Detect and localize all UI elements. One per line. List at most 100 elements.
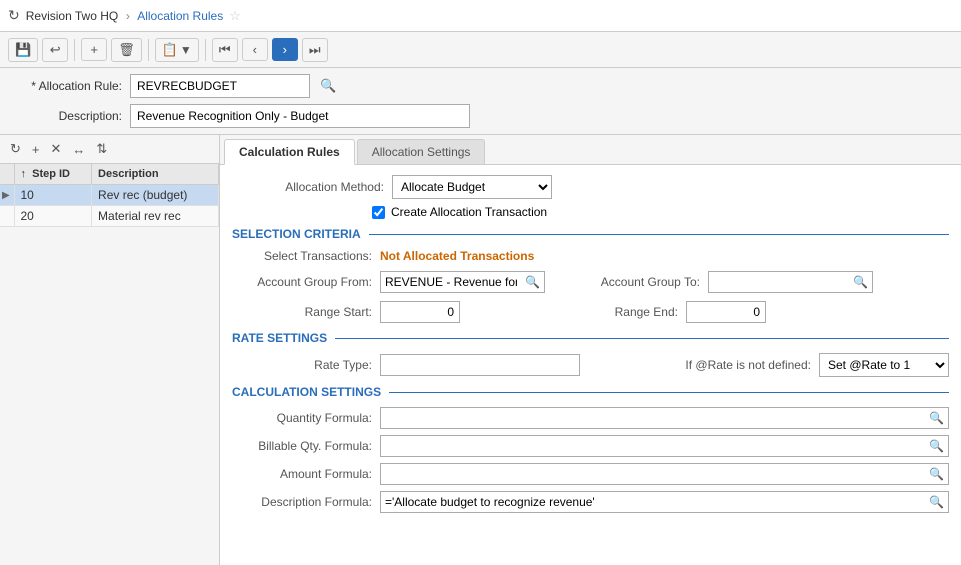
account-group-from-label: Account Group From: bbox=[232, 275, 372, 289]
range-end-input[interactable] bbox=[686, 301, 766, 323]
description-formula-search-icon[interactable]: 🔍 bbox=[925, 495, 948, 509]
calculation-settings-header: CALCULATION SETTINGS bbox=[232, 385, 949, 399]
right-panel: Calculation Rules Allocation Settings Al… bbox=[220, 135, 961, 565]
favorite-star-icon[interactable]: ☆ bbox=[229, 8, 241, 24]
toolbar-separator-1 bbox=[74, 39, 75, 61]
allocation-method-label: Allocation Method: bbox=[244, 180, 384, 194]
top-bar: ↻ Revision Two HQ › Allocation Rules ☆ bbox=[0, 0, 961, 32]
rate-settings-title: RATE SETTINGS bbox=[232, 331, 327, 345]
left-panel: ↻ + ✕ ↔ ⇅ ↑ Step ID Description ▶ 10 bbox=[0, 135, 220, 565]
calculation-settings-title: CALCULATION SETTINGS bbox=[232, 385, 381, 399]
range-start-input[interactable] bbox=[380, 301, 460, 323]
quantity-formula-row: Quantity Formula: 🔍 bbox=[232, 407, 949, 429]
tabs-container: Calculation Rules Allocation Settings bbox=[220, 135, 961, 165]
if-rate-label: If @Rate is not defined: bbox=[681, 358, 811, 372]
left-sort-button[interactable]: ⇅ bbox=[92, 139, 111, 159]
selection-criteria-title: SELECTION CRITERIA bbox=[232, 227, 361, 241]
amount-formula-input[interactable] bbox=[381, 464, 925, 484]
last-record-button[interactable]: ⏭ bbox=[302, 38, 328, 62]
delete-button[interactable]: 🗑 bbox=[111, 38, 142, 62]
rate-type-input[interactable] bbox=[381, 355, 551, 375]
description-formula-label: Description Formula: bbox=[232, 495, 372, 509]
if-rate-select[interactable]: Set @Rate to 1 bbox=[819, 353, 949, 377]
row-step-id: 10 bbox=[14, 185, 92, 206]
save-button[interactable]: 💾 bbox=[8, 38, 38, 62]
account-group-from-input-group: 🔍 bbox=[380, 271, 545, 293]
left-add-button[interactable]: + bbox=[28, 140, 44, 159]
billable-qty-input[interactable] bbox=[381, 436, 925, 456]
quantity-formula-search-icon[interactable]: 🔍 bbox=[925, 411, 948, 425]
amount-formula-row: Amount Formula: 🔍 bbox=[232, 463, 949, 485]
allocation-method-row: Allocation Method: Allocate Budget bbox=[232, 175, 949, 199]
description-formula-row: Description Formula: 🔍 bbox=[232, 491, 949, 513]
rule-input[interactable] bbox=[130, 74, 310, 98]
account-group-from-row: Account Group From: 🔍 Account Group To: … bbox=[232, 271, 949, 293]
undo-button[interactable]: ↩ bbox=[42, 38, 68, 62]
account-group-to-input-group: 🔍 bbox=[708, 271, 873, 293]
prev-record-button[interactable]: ‹ bbox=[242, 38, 268, 61]
rate-type-row: Rate Type: If @Rate is not defined: Set … bbox=[232, 353, 949, 377]
left-expand-button[interactable]: ↔ bbox=[68, 140, 89, 159]
tab-calculation-rules[interactable]: Calculation Rules bbox=[224, 139, 355, 165]
row-description: Rev rec (budget) bbox=[92, 185, 219, 206]
amount-formula-search-icon[interactable]: 🔍 bbox=[925, 467, 948, 481]
amount-formula-label: Amount Formula: bbox=[232, 467, 372, 481]
account-group-to-input[interactable] bbox=[709, 272, 849, 292]
create-transaction-checkbox[interactable] bbox=[372, 206, 385, 219]
left-refresh-button[interactable]: ↻ bbox=[6, 139, 25, 159]
row-description: Material rev rec bbox=[92, 206, 219, 227]
account-group-from-input[interactable] bbox=[381, 272, 521, 292]
col-arrow bbox=[0, 164, 14, 185]
table-row[interactable]: 20 Material rev rec bbox=[0, 206, 219, 227]
toolbar-separator-3 bbox=[205, 39, 206, 61]
allocation-method-select[interactable]: Allocate Budget bbox=[392, 175, 552, 199]
row-step-id: 20 bbox=[14, 206, 92, 227]
steps-table: ↑ Step ID Description ▶ 10 Rev rec (budg… bbox=[0, 164, 219, 227]
rate-type-label: Rate Type: bbox=[232, 358, 372, 372]
account-group-from-search-icon[interactable]: 🔍 bbox=[521, 275, 544, 289]
select-transactions-label: Select Transactions: bbox=[232, 249, 372, 263]
next-record-button[interactable]: › bbox=[272, 38, 298, 61]
header-fields: * Allocation Rule: 🔍 Description: bbox=[0, 68, 961, 135]
range-start-label: Range Start: bbox=[232, 305, 372, 319]
rule-search-icon[interactable]: 🔍 bbox=[320, 78, 336, 94]
selection-criteria-header: SELECTION CRITERIA bbox=[232, 227, 949, 241]
left-delete-button[interactable]: ✕ bbox=[47, 139, 66, 159]
quantity-formula-input[interactable] bbox=[381, 408, 925, 428]
row-arrow bbox=[0, 206, 14, 227]
create-transaction-row: Create Allocation Transaction bbox=[232, 205, 949, 219]
steps-table-container: ↑ Step ID Description ▶ 10 Rev rec (budg… bbox=[0, 164, 219, 565]
page-title: Allocation Rules bbox=[137, 9, 223, 23]
range-end-label: Range End: bbox=[598, 305, 678, 319]
col-description: Description bbox=[92, 164, 219, 185]
billable-qty-row: Billable Qty. Formula: 🔍 bbox=[232, 435, 949, 457]
rule-label: * Allocation Rule: bbox=[12, 79, 122, 93]
billable-qty-label: Billable Qty. Formula: bbox=[232, 439, 372, 453]
select-transactions-row: Select Transactions: Not Allocated Trans… bbox=[232, 249, 949, 263]
account-group-to-search-icon[interactable]: 🔍 bbox=[849, 275, 872, 289]
desc-label: Description: bbox=[12, 109, 122, 123]
refresh-icon[interactable]: ↻ bbox=[8, 7, 20, 24]
content-area: ↻ + ✕ ↔ ⇅ ↑ Step ID Description ▶ 10 bbox=[0, 135, 961, 565]
amount-formula-input-group: 🔍 bbox=[380, 463, 949, 485]
table-row[interactable]: ▶ 10 Rev rec (budget) bbox=[0, 185, 219, 206]
col-step-id[interactable]: ↑ Step ID bbox=[14, 164, 92, 185]
first-record-button[interactable]: ⏮ bbox=[212, 38, 238, 62]
description-formula-input-group: 🔍 bbox=[380, 491, 949, 513]
select-transactions-value: Not Allocated Transactions bbox=[380, 249, 534, 263]
billable-qty-search-icon[interactable]: 🔍 bbox=[925, 439, 948, 453]
tab-allocation-settings[interactable]: Allocation Settings bbox=[357, 139, 486, 164]
rate-type-input-group bbox=[380, 354, 580, 376]
breadcrumb-separator: › bbox=[126, 9, 133, 23]
description-formula-input[interactable] bbox=[381, 492, 925, 512]
rate-settings-header: RATE SETTINGS bbox=[232, 331, 949, 345]
main-toolbar: 💾 ↩ + 🗑 📋 ▼ ⏮ ‹ › ⏭ bbox=[0, 32, 961, 68]
panel-content: Allocation Method: Allocate Budget Creat… bbox=[220, 165, 961, 565]
account-group-to-label: Account Group To: bbox=[580, 275, 700, 289]
company-name: Revision Two HQ bbox=[26, 9, 118, 23]
desc-input[interactable] bbox=[130, 104, 470, 128]
row-arrow: ▶ bbox=[0, 185, 14, 206]
billable-qty-input-group: 🔍 bbox=[380, 435, 949, 457]
copy-button[interactable]: 📋 ▼ bbox=[155, 38, 199, 62]
add-button[interactable]: + bbox=[81, 38, 107, 61]
